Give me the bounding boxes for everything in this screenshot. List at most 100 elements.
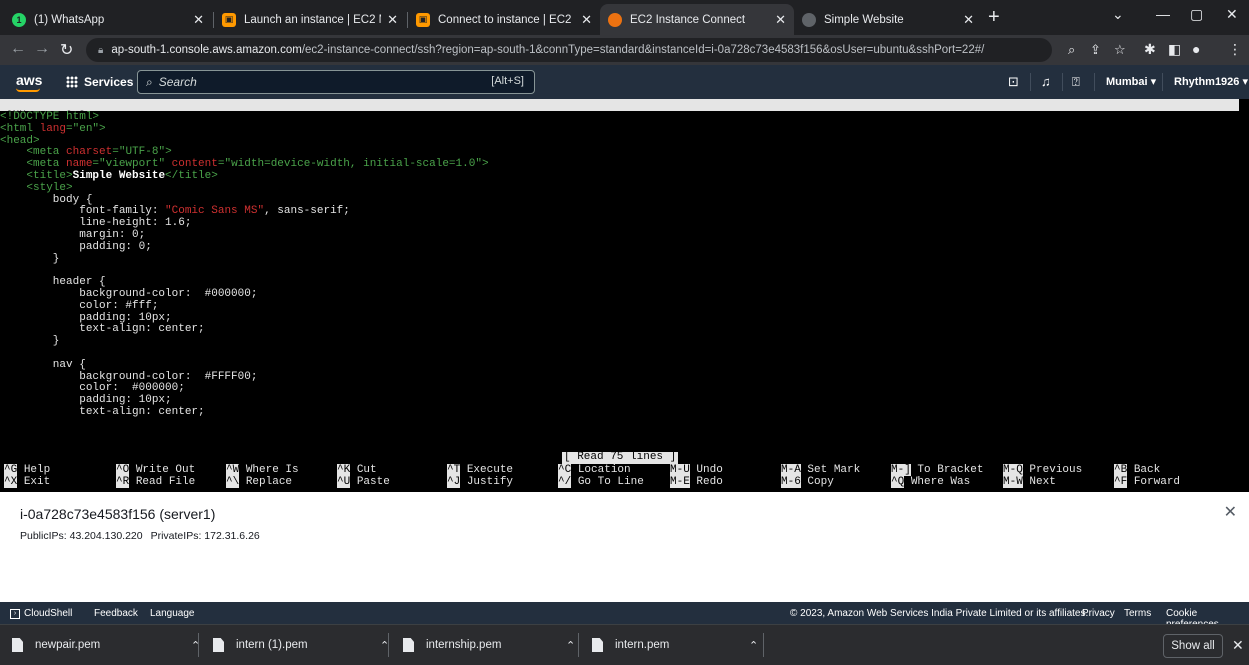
shortcut-label: To Bracket	[917, 464, 984, 476]
code-token: font-family:	[0, 205, 166, 218]
tab-search-chevron-icon[interactable]: ⌄	[1112, 6, 1124, 23]
download-filename: intern.pem	[615, 639, 670, 651]
whatsapp-icon: 1	[12, 12, 26, 27]
maximize-icon[interactable]: ▢	[1190, 6, 1203, 23]
nano-shortcut: M-W Next	[1003, 476, 1056, 489]
private-ips: PrivateIPs: 172.31.6.26	[150, 530, 260, 542]
tab-connect-instance[interactable]: ▣ Connect to instance | EC2 Manag ✕	[408, 4, 600, 35]
close-window-icon[interactable]: ✕	[1226, 6, 1238, 23]
download-item[interactable]: intern.pem ⌃	[592, 625, 758, 665]
tab-title: Simple Website	[824, 13, 904, 26]
code-token: }	[0, 252, 60, 265]
menu-kebab-icon[interactable]: ⋮	[1228, 41, 1242, 58]
privacy-link[interactable]: Privacy	[1082, 608, 1115, 619]
download-item[interactable]: newpair.pem ⌃	[12, 625, 200, 665]
url-host: ap-south-1.console.aws.amazon.com	[111, 44, 302, 56]
forward-arrow-icon[interactable]: →	[34, 40, 50, 58]
aws-logo[interactable]: aws	[16, 72, 42, 92]
code-line: <html lang="en">	[0, 122, 489, 136]
shortcut-label: Where Was	[910, 476, 971, 488]
bookmark-star-icon[interactable]: ☆	[1114, 42, 1126, 58]
shortcut-key: M-]	[891, 464, 911, 476]
chevron-up-icon[interactable]: ⌃	[566, 639, 575, 652]
search-input[interactable]: ⌕ Search [Alt+S]	[137, 70, 535, 94]
code-token: >	[165, 146, 172, 159]
shortcut-key: ^K	[337, 464, 351, 476]
reload-icon[interactable]: ↻	[60, 40, 73, 60]
code-token: }	[0, 335, 60, 348]
shortcut-key: ^/	[558, 476, 572, 488]
code-token: =	[66, 122, 73, 135]
profile-avatar[interactable]: ●	[1192, 41, 1200, 57]
tab-title: (1) WhatsApp	[34, 13, 105, 26]
code-token: margin: 0;	[0, 228, 146, 241]
address-bar[interactable]: 🔒︎ ap-south-1.console.aws.amazon.com/ec2…	[86, 38, 1052, 62]
services-label: Services	[84, 75, 134, 89]
close-tab-icon[interactable]: ✕	[963, 12, 974, 28]
cloudshell-icon[interactable]: ⊡	[1008, 74, 1019, 90]
code-token: charset	[66, 146, 113, 159]
shortcut-label: Justify	[466, 476, 514, 488]
close-tab-icon[interactable]: ✕	[387, 12, 398, 28]
shortcut-key: ^\	[226, 476, 240, 488]
feedback-link[interactable]: Feedback	[94, 608, 138, 619]
aws-instance-connect-icon	[608, 12, 622, 27]
close-tab-icon[interactable]: ✕	[775, 12, 786, 28]
shortcut-label: Previous	[1029, 464, 1083, 476]
shortcut-key: ^X	[4, 476, 18, 488]
download-item[interactable]: intern (1).pem ⌃	[213, 625, 389, 665]
minimize-icon[interactable]: —	[1156, 6, 1170, 22]
nano-filename: index.nginx-debian.html	[564, 121, 716, 134]
side-panel-icon[interactable]: ◧	[1168, 41, 1181, 58]
tab-whatsapp[interactable]: 1 (1) WhatsApp ✕	[4, 4, 212, 35]
tab-launch-instance[interactable]: ▣ Launch an instance | EC2 Manage ✕	[214, 4, 406, 35]
chevron-up-icon[interactable]: ⌃	[749, 639, 758, 652]
tab-title: EC2 Instance Connect	[630, 13, 746, 26]
help-icon[interactable]: ⍰	[1072, 74, 1080, 90]
shortcut-key: M-W	[1003, 476, 1023, 488]
show-all-downloads-button[interactable]: Show all	[1163, 634, 1223, 658]
tab-ec2-instance-connect[interactable]: EC2 Instance Connect ✕	[600, 4, 794, 35]
shortcut-key: M-Q	[1003, 464, 1023, 476]
download-item[interactable]: internship.pem ⌃	[403, 625, 575, 665]
share-icon[interactable]: ⇪	[1090, 42, 1101, 58]
language-link[interactable]: Language	[150, 608, 195, 619]
tab-simple-website[interactable]: Simple Website ✕	[794, 4, 982, 35]
ssh-terminal[interactable]: GNU nano 6.2 index.nginx-debian.html <!D…	[0, 99, 1249, 492]
cloudshell-button[interactable]: › CloudShell	[10, 608, 72, 619]
close-tab-icon[interactable]: ✕	[581, 12, 592, 28]
nano-shortcut: M-E Redo	[670, 476, 723, 489]
shortcut-key: ^Q	[891, 476, 905, 488]
close-panel-icon[interactable]: ✕	[1224, 502, 1237, 522]
grid-icon	[66, 76, 78, 88]
shortcut-label: Execute	[466, 464, 514, 476]
close-shelf-icon[interactable]: ✕	[1232, 637, 1244, 654]
region-selector[interactable]: Mumbai ▾	[1106, 75, 1156, 88]
services-menu-button[interactable]: Services	[66, 75, 133, 89]
shortcut-label: Where Is	[245, 464, 299, 476]
code-token: <head>	[0, 134, 40, 147]
new-tab-icon[interactable]: +	[988, 6, 1000, 28]
downloads-shelf: newpair.pem ⌃ intern (1).pem ⌃ internshi…	[0, 624, 1249, 665]
shortcut-label: Next	[1029, 476, 1056, 488]
code-token: >	[99, 122, 106, 135]
code-token: line-height: 1.6;	[0, 217, 192, 230]
shortcut-label: Copy	[807, 476, 834, 488]
zoom-icon[interactable]: ⌕	[1068, 42, 1075, 58]
nano-shortcut: ^J Justify	[447, 476, 514, 489]
close-tab-icon[interactable]: ✕	[193, 12, 204, 28]
copyright-text: © 2023, Amazon Web Services India Privat…	[790, 608, 1089, 619]
shortcut-key: M-E	[670, 476, 690, 488]
code-token: <html	[0, 122, 40, 135]
shortcut-key: ^C	[558, 464, 572, 476]
nano-status-message: [ Read 75 lines ]	[562, 451, 679, 464]
notifications-bell-icon[interactable]: ♫	[1041, 74, 1051, 89]
code-token: "UTF-8"	[118, 146, 166, 159]
back-arrow-icon[interactable]: ←	[10, 40, 26, 58]
extensions-icon[interactable]: ✱	[1144, 41, 1156, 58]
account-menu[interactable]: Rhythm1926 ▾	[1174, 75, 1248, 88]
file-icon	[592, 638, 603, 652]
shortcut-key: ^W	[226, 464, 240, 476]
terms-link[interactable]: Terms	[1124, 608, 1151, 619]
